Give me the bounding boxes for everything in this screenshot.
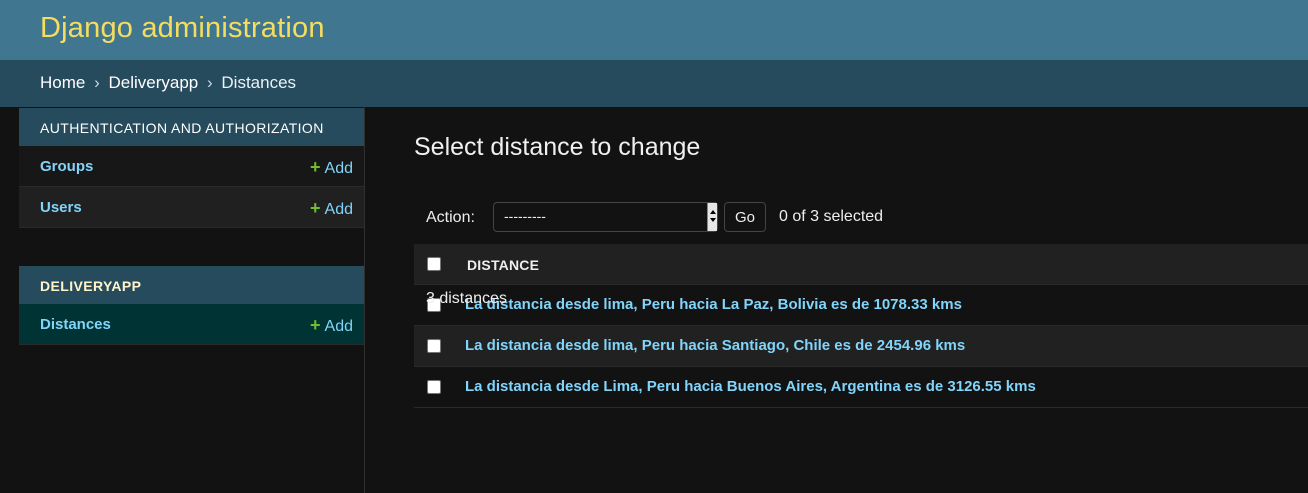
table-row: La distancia desde Lima, Peru hacia Buen… xyxy=(414,367,1308,408)
go-button[interactable]: Go xyxy=(724,202,766,232)
app-module-auth: Authentication and Authorization Groups … xyxy=(19,108,364,228)
table-row: La distancia desde lima, Peru hacia Sant… xyxy=(414,326,1308,367)
row-checkbox[interactable] xyxy=(427,339,441,353)
sidebar-item-users: Users + Add xyxy=(19,187,364,228)
result-list-table: DISTANCE La distancia desde lima, Peru h… xyxy=(414,244,1308,408)
action-select[interactable]: --------- xyxy=(493,202,718,232)
sidebar-item-users-link[interactable]: Users xyxy=(40,199,82,216)
action-label: Action: xyxy=(426,209,475,226)
plus-icon: + xyxy=(310,157,321,177)
breadcrumb-separator: › xyxy=(207,73,213,92)
breadcrumb-home[interactable]: Home xyxy=(40,73,85,92)
app-module-deliveryapp: Deliveryapp Distances + Add xyxy=(19,266,364,345)
add-label: Add xyxy=(324,160,353,177)
sidebar-item-groups-link[interactable]: Groups xyxy=(40,158,93,175)
page-title: Select distance to change xyxy=(414,133,701,161)
row-link[interactable]: La distancia desde lima, Peru hacia Sant… xyxy=(465,337,965,354)
site-header: Django administration xyxy=(0,0,1308,60)
plus-icon: + xyxy=(310,315,321,335)
breadcrumb: Home › Deliveryapp › Distances xyxy=(0,60,1308,107)
add-distances-button[interactable]: + Add xyxy=(310,315,353,336)
app-caption-auth[interactable]: Authentication and Authorization xyxy=(19,108,364,146)
actions-bar: Action: --------- Go 0 of 3 selected xyxy=(414,202,1308,238)
sidebar-item-distances: Distances + Add xyxy=(19,304,364,345)
add-label: Add xyxy=(324,201,353,218)
add-users-button[interactable]: + Add xyxy=(310,198,353,219)
breadcrumb-current: Distances xyxy=(221,73,297,92)
selected-count: 0 of 3 selected xyxy=(779,208,884,225)
add-label: Add xyxy=(324,318,353,335)
row-checkbox[interactable] xyxy=(427,380,441,394)
select-all-checkbox[interactable] xyxy=(427,257,441,271)
breadcrumb-separator: › xyxy=(94,73,100,92)
sidebar-item-groups: Groups + Add xyxy=(19,146,364,187)
add-groups-button[interactable]: + Add xyxy=(310,157,353,178)
row-link[interactable]: La distancia desde Lima, Peru hacia Buen… xyxy=(465,378,1036,395)
sidebar-item-distances-link[interactable]: Distances xyxy=(40,316,111,333)
site-branding[interactable]: Django administration xyxy=(40,12,1268,45)
select-arrow-icon xyxy=(707,203,717,231)
plus-icon: + xyxy=(310,198,321,218)
breadcrumb-app[interactable]: Deliveryapp xyxy=(109,73,199,92)
paginator: 3 distances xyxy=(414,270,1308,326)
app-caption-deliveryapp[interactable]: Deliveryapp xyxy=(19,266,364,304)
action-select-value: --------- xyxy=(504,208,546,224)
